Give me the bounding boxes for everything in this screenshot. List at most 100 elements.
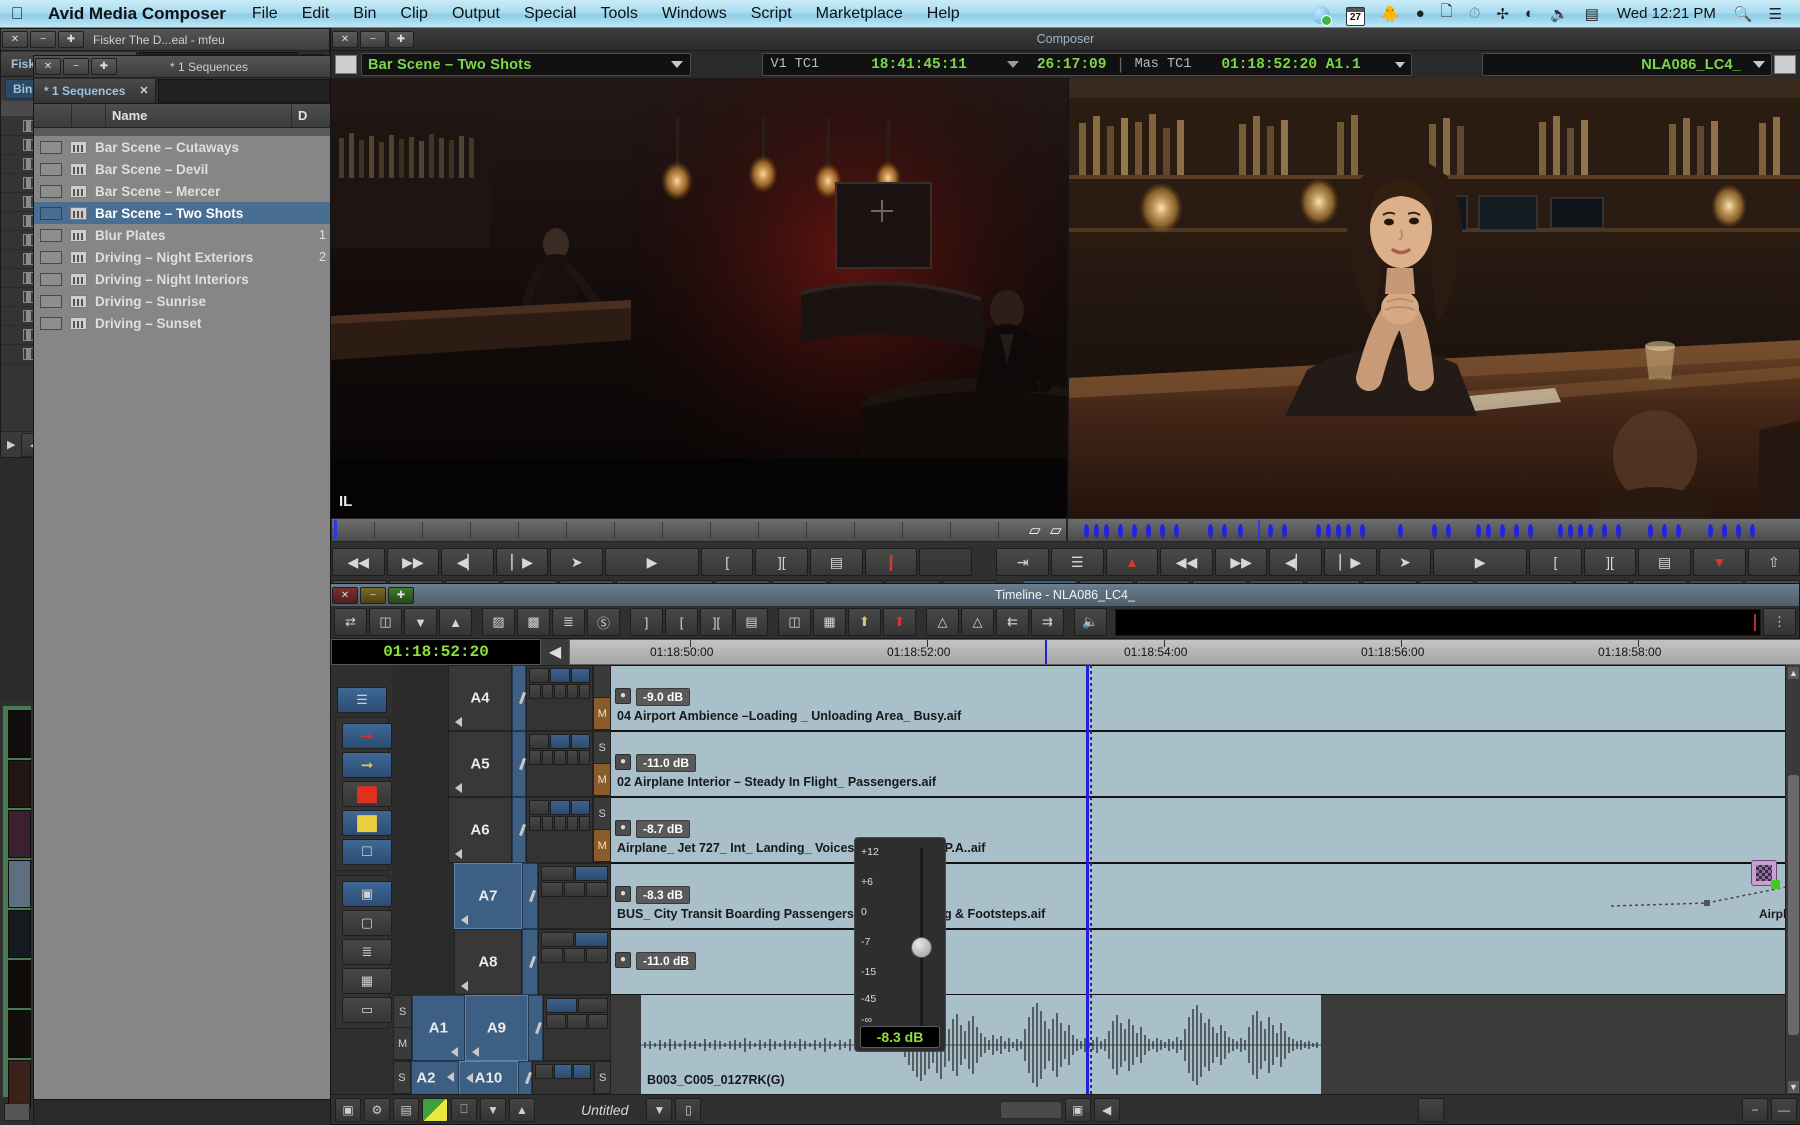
gain-chip[interactable]: -11.0 dB [636, 754, 696, 772]
up-arrow-icon[interactable]: ▲ [509, 1098, 535, 1122]
timeline-settings-icon[interactable]: ☰ [337, 687, 387, 713]
effect-icon[interactable] [1751, 860, 1777, 886]
row-checkbox[interactable] [40, 295, 62, 308]
menu-item-output[interactable]: Output [440, 5, 512, 23]
track-row-a9[interactable]: S M A1 A9 [393, 995, 611, 1061]
minimize-button[interactable]: − [360, 31, 386, 48]
keyframe-icon[interactable]: ● [615, 688, 631, 704]
composer-titlebar[interactable]: ✕ − ✚ Composer [331, 28, 1800, 51]
dual-monitor-icon[interactable]: ▤ [393, 1098, 419, 1122]
overwrite-icon[interactable]: ⇥ [996, 548, 1049, 576]
column-header-icon[interactable] [72, 104, 106, 128]
mark-clip-icon[interactable]: ▨ [482, 608, 515, 636]
close-button[interactable]: ✕ [35, 58, 61, 75]
yellow-trim-icon[interactable]: ██ [342, 810, 392, 836]
filmstrip-frame[interactable] [8, 860, 31, 908]
keyframe-icon[interactable]: ● [615, 952, 631, 968]
row-checkbox[interactable] [40, 317, 62, 330]
audio-fader-icon[interactable]: ≣ [342, 939, 392, 965]
timeline-vertical-scrollbar[interactable]: ▲ ▼ [1785, 665, 1800, 1095]
focus-icon[interactable]: ▣ [335, 1098, 361, 1122]
down-arrow-icon[interactable]: ▼ [480, 1098, 506, 1122]
track-solo-mute-a10[interactable]: S [594, 1061, 611, 1095]
eq-curve-icon[interactable] [575, 866, 608, 881]
speaker-icon[interactable] [461, 981, 468, 991]
track-pen-tool[interactable] [528, 995, 543, 1061]
source-position-bar[interactable]: ▱ ▱ [331, 518, 1067, 542]
track-label-a7[interactable]: A7 [454, 863, 523, 929]
chevron-down-icon[interactable]: ▼ [646, 1098, 672, 1122]
row-checkbox[interactable] [40, 229, 62, 242]
notification-center-icon[interactable]: ☰ [1761, 5, 1790, 23]
track-solo-mute-a4[interactable]: M [593, 665, 611, 731]
film-icon[interactable]: ▦ [813, 608, 846, 636]
track-solo-mute-a5[interactable]: S M [593, 731, 611, 797]
tim+eline-track-area[interactable]: ● -9.0 dB 04 Airport Ambience –Loading _… [611, 665, 1785, 1095]
step-forward-icon[interactable]: ▏▶ [1324, 548, 1377, 576]
add-marker-icon[interactable]: ❙ [865, 548, 918, 576]
track-label-a4[interactable]: A4 [448, 665, 511, 731]
close-button[interactable]: ✕ [332, 31, 358, 48]
rewind-icon[interactable]: ◀◀ [332, 548, 385, 576]
track-label-a2[interactable]: A2 [411, 1061, 459, 1095]
track-row-a10[interactable]: S A2 A10 S [393, 1061, 611, 1095]
eq-curve-icon[interactable] [550, 800, 570, 815]
solo-button[interactable] [594, 666, 610, 698]
volume-icon[interactable]: 🔈 [1542, 5, 1577, 23]
track-label-a9[interactable]: A9 [465, 995, 529, 1061]
dual-roller-icon[interactable]: ▣ [342, 881, 392, 907]
audio-tool-icon[interactable] [541, 932, 574, 947]
extract-icon[interactable]: ▼ [1693, 548, 1746, 576]
chevron-down-icon[interactable] [1753, 61, 1765, 68]
source-position-indicator[interactable] [334, 520, 337, 540]
audio-track-a7[interactable]: ● -8.3 dB BUS_ City Transit Boarding Pas… [611, 863, 1785, 929]
track-effect-controls[interactable] [538, 929, 611, 995]
speaker-icon[interactable] [451, 1047, 458, 1057]
track-label-a6[interactable]: A6 [448, 797, 511, 863]
scroll-down-icon[interactable]: ▼ [1788, 1081, 1799, 1093]
menubar-clock[interactable]: Wed 12:21 PM [1607, 5, 1726, 22]
lift-icon[interactable]: ▲ [1106, 548, 1159, 576]
mark-in-marker[interactable]: ▱ [1050, 521, 1059, 541]
table-row-selected[interactable]: Bar Scene – Two Shots [34, 202, 332, 224]
audio-tool-icon[interactable] [529, 668, 549, 683]
red-arrow-icon[interactable]: ➞ [342, 723, 392, 749]
track-pen-tool[interactable] [522, 929, 538, 995]
table-row[interactable]: Bar Scene – Mercer [34, 180, 332, 202]
bell-icon[interactable]: ● [1408, 5, 1433, 22]
menu-item-file[interactable]: File [240, 5, 290, 23]
track-label-a8[interactable]: A8 [454, 929, 523, 995]
rewind-icon[interactable]: ◀◀ [1160, 548, 1213, 576]
audio-track-a5[interactable]: ● -11.0 dB 02 Airplane Interior – Steady… [611, 731, 1785, 797]
fast-forward-icon[interactable]: ▶▶ [387, 548, 440, 576]
ruler-left-arrow-icon[interactable]: ◀ [541, 639, 569, 665]
track-effect-controls[interactable] [526, 665, 593, 731]
track-row-a6[interactable]: A6 S M [393, 797, 611, 863]
mute-button[interactable]: M [594, 830, 610, 862]
audio-track-a9-waveform[interactable]: B003_C005_0127RK(G) [611, 995, 1785, 1095]
scroll-left-icon[interactable]: ◀ [1094, 1098, 1120, 1122]
fast-forward-icon[interactable]: ▶▶ [1215, 548, 1268, 576]
eq-curve-icon[interactable] [575, 932, 608, 947]
track-solo-mute-a2[interactable]: S [393, 1061, 411, 1095]
filmstrip-panel[interactable] [0, 700, 34, 1125]
menu-item-tools[interactable]: Tools [588, 5, 649, 23]
segment-icon[interactable]: ◫ [778, 608, 811, 636]
red-trim-icon[interactable]: ██ [342, 781, 392, 807]
mute-button[interactable]: M [394, 1028, 411, 1060]
fit-to-window-icon[interactable]: ▣ [1065, 1098, 1091, 1122]
track-effect-controls[interactable] [526, 797, 593, 863]
table-row[interactable]: Driving – Sunset [34, 312, 332, 334]
track-row-a8[interactable]: A8 [393, 929, 611, 995]
timeline-titlebar[interactable]: ✕ − ✚ Timeline - NLA086_LC4_ [331, 584, 1799, 606]
trim-left-icon[interactable]: △ [926, 608, 959, 636]
mark-in-icon[interactable]: [ [665, 608, 698, 636]
audio-mix-icon[interactable]: 🔈 [1074, 608, 1107, 636]
close-icon[interactable]: ✕ [139, 84, 148, 97]
power-icon[interactable] [573, 1064, 591, 1079]
mark-out-icon[interactable]: ➤ [550, 548, 603, 576]
track-solo-mute-a6[interactable]: S M [593, 797, 611, 863]
lift-up-icon[interactable]: ⇧ [1748, 548, 1800, 576]
eq-curve-icon[interactable] [550, 734, 570, 749]
timeline-meter-display[interactable] [1115, 609, 1761, 636]
